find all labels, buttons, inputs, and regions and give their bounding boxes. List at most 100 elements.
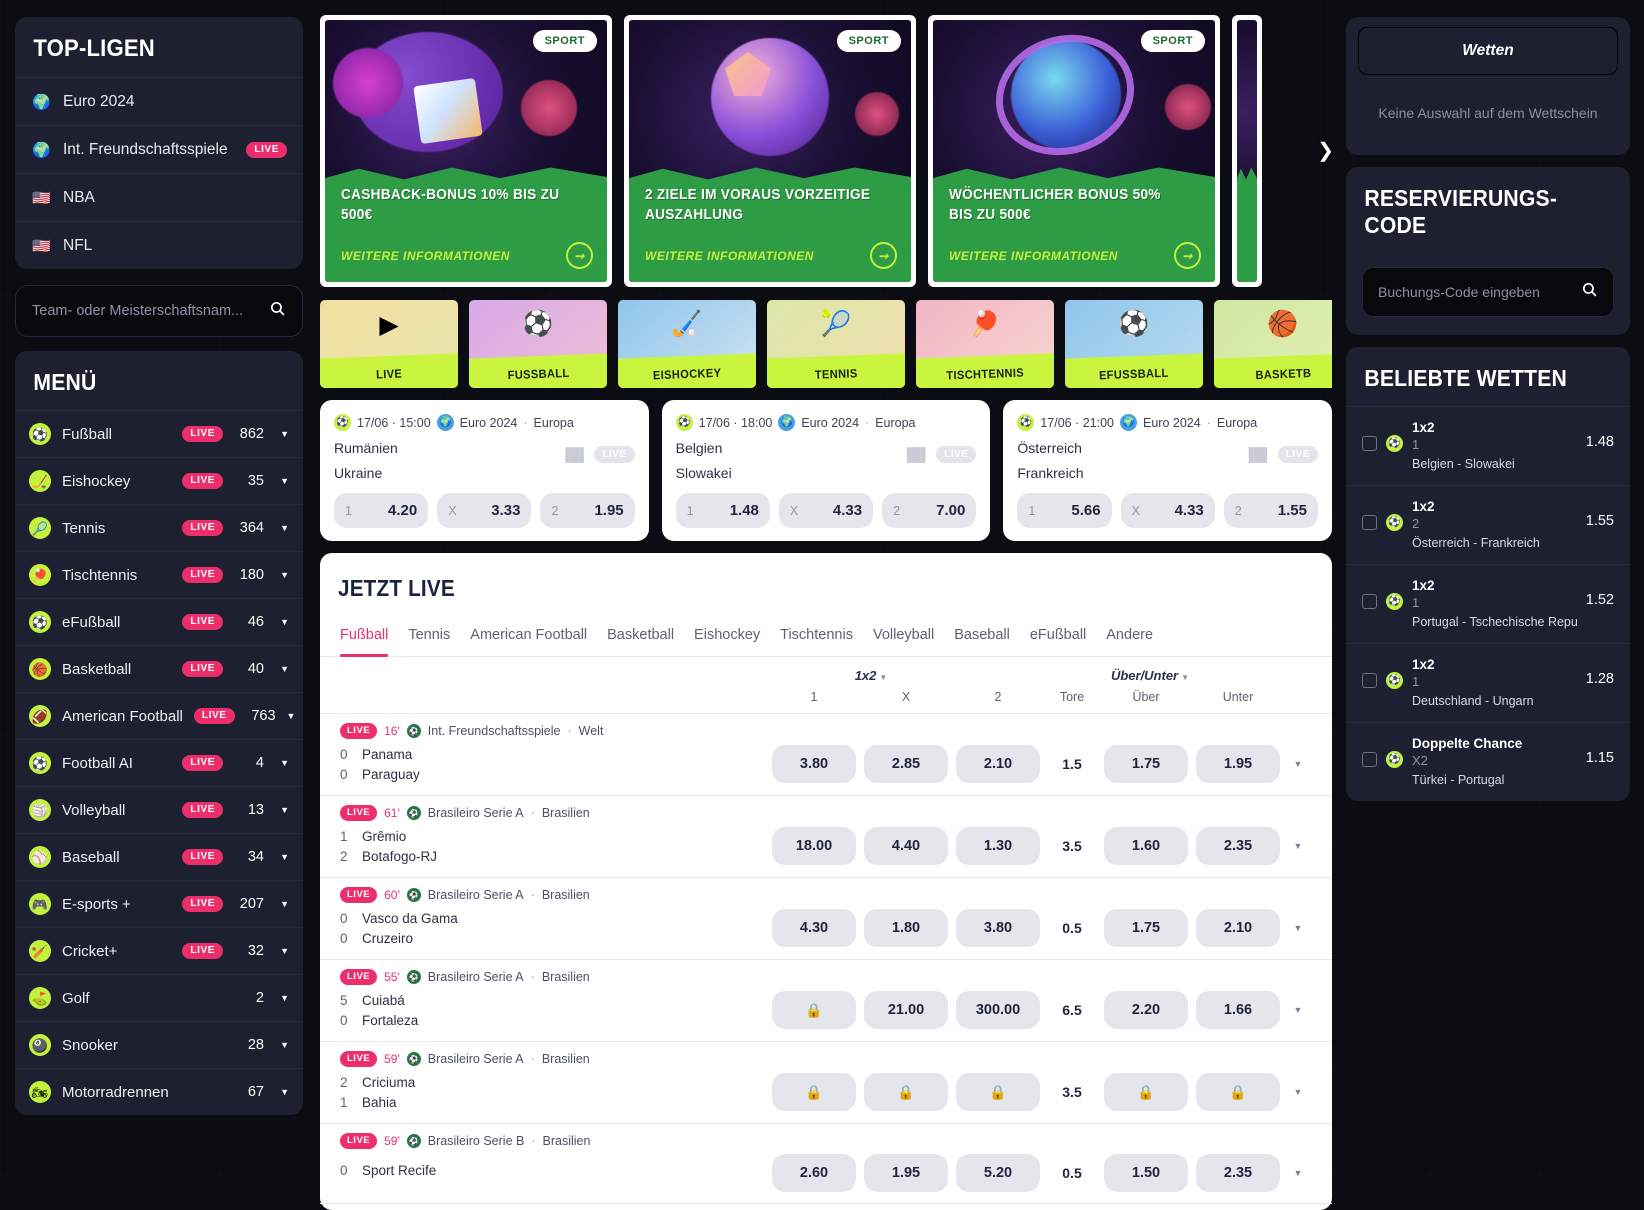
odd-button[interactable]: 🔒 [1196,1073,1280,1111]
betslip-tab-button[interactable]: Wetten [1358,27,1618,75]
chevron-down-icon[interactable]: ▼ [275,429,289,439]
arrow-right-icon[interactable]: ➞ [870,242,897,269]
menu-item-football-ai[interactable]: ⚽ Football AI LIVE 4 ▼ [15,739,303,786]
chevron-down-icon[interactable]: ▼ [1284,841,1312,851]
bet-checkbox[interactable] [1362,515,1377,530]
tab-fu-ball[interactable]: Fußball [340,619,389,657]
stats-icon[interactable]: ▐█▌ [902,447,930,462]
category-tile-tischtennis[interactable]: 🏓 TISCHTENNIS [916,300,1054,388]
chevron-down-icon[interactable]: ▼ [275,805,289,815]
chevron-down-icon[interactable]: ▼ [275,570,289,580]
popular-bet-row[interactable]: ⚽ 1x2 2 Österreich - Frankreich 1.55 [1346,485,1630,564]
stats-icon[interactable]: ▐█▌ [561,447,589,462]
menu-item-volleyball[interactable]: 🏐 Volleyball LIVE 13 ▼ [15,786,303,833]
live-match-row[interactable]: LIVE 55' ⚽ Brasileiro Serie A · Brasilien 5 Cui… [320,960,1332,1042]
arrow-right-icon[interactable]: ➞ [1174,242,1201,269]
menu-item-baseball[interactable]: ⚾ Baseball LIVE 34 ▼ [15,833,303,880]
booking-code-input[interactable] [1378,284,1573,300]
menu-item-efu-ball[interactable]: ⚽ eFußball LIVE 46 ▼ [15,598,303,645]
odd-button[interactable]: 2 1.55 [1223,493,1318,528]
odd-button[interactable]: 2.20 [1104,991,1188,1029]
promo-next-icon[interactable]: ❯ [1317,138,1334,163]
promo-card[interactable]: SPORT CASHBACK-BONUS 10% BIS ZU 500€ WEITE… [320,15,612,287]
odd-button[interactable]: 🔒 [772,1073,856,1111]
odd-button[interactable]: X 4.33 [778,493,874,528]
odd-button[interactable]: 2.85 [864,745,948,783]
odd-button[interactable]: 🔒 [956,1073,1040,1111]
odd-button[interactable]: 300.00 [956,991,1040,1029]
popular-bet-row[interactable]: ⚽ 1x2 1 Deutschland - Ungarn 1.28 [1346,643,1630,722]
live-match-row[interactable]: LIVE 59' ⚽ Brasileiro Serie B · Brasilien 0 Spo… [320,1124,1332,1204]
menu-item-fu-ball[interactable]: ⚽ Fußball LIVE 862 ▼ [15,410,303,457]
promo-card[interactable]: SPORT 2 ZIELE IM VORAUS VORZEITIGE AUSZAH… [624,15,916,287]
promo-card-partial[interactable] [1232,15,1262,287]
tab-eishockey[interactable]: Eishockey [694,619,760,656]
search-input[interactable] [32,303,261,319]
featured-match-card[interactable]: ⚽ 17/06 · 18:00 🌍 Euro 2024 · Europa Belgien Sl… [661,400,991,541]
tab-efu-ball[interactable]: eFußball [1030,619,1086,656]
promo-cta-label[interactable]: WEITERE INFORMATIONEN [949,249,1118,263]
bet-checkbox[interactable] [1362,673,1377,688]
odd-button[interactable]: 1.75 [1104,745,1188,783]
search-icon[interactable] [1581,281,1598,303]
promo-card[interactable]: SPORT WÖCHENTLICHER BONUS 50% BIS ZU 500€… [928,15,1220,287]
tab-volleyball[interactable]: Volleyball [873,619,934,656]
chevron-down-icon[interactable]: ▼ [1284,923,1312,933]
chevron-down-icon[interactable]: ▼ [275,664,289,674]
chevron-down-icon[interactable]: ▼ [275,523,289,533]
odd-button[interactable]: 21.00 [864,991,948,1029]
popular-bet-row[interactable]: ⚽ 1x2 1 Portugal - Tschechische Republik 1.5… [1346,564,1630,643]
live-match-row[interactable]: LIVE 59' ⚽ Brasileiro Serie A · Brasilien 2 Cri… [320,1042,1332,1124]
market-overunder-label[interactable]: Über/Unter ▼ [1111,668,1189,683]
popular-bet-row[interactable]: ⚽ 1x2 1 Belgien - Slowakei 1.48 [1346,406,1630,485]
odd-button[interactable]: 1.75 [1104,909,1188,947]
league-item[interactable]: 🌍 Euro 2024 [15,77,303,125]
live-match-row[interactable]: LIVE 16' ⚽ Int. Freundschaftsspiele · Welt 0 Pa… [320,714,1332,796]
live-match-row[interactable]: LIVE 60' ⚽ Brasileiro Serie A · Brasilien 0 Vas… [320,878,1332,960]
promo-cta-label[interactable]: WEITERE INFORMATIONEN [645,249,814,263]
stats-icon[interactable]: ▐█▌ [1244,447,1272,462]
chevron-down-icon[interactable]: ▼ [275,1087,289,1097]
league-item[interactable]: 🌍 Int. Freundschaftsspiele LIVE [15,125,303,173]
odd-button[interactable]: 1 1.48 [675,493,770,528]
menu-item-cricket-[interactable]: 🏏 Cricket+ LIVE 32 ▼ [15,927,303,974]
odd-button[interactable]: 1.60 [1104,827,1188,865]
tab-tennis[interactable]: Tennis [408,619,450,656]
odd-button[interactable]: 2 7.00 [882,493,977,528]
menu-item-snooker[interactable]: 🎱 Snooker 28 ▼ [15,1021,303,1068]
promo-cta-label[interactable]: WEITERE INFORMATIONEN [341,249,510,263]
live-match-row[interactable]: LIVE 61' ⚽ Brasileiro Serie A · Brasilien 1 Grê… [320,796,1332,878]
chevron-down-icon[interactable]: ▼ [287,711,296,721]
odd-button[interactable]: 1.66 [1196,991,1280,1029]
popular-bet-row[interactable]: ⚽ Doppelte Chance X2 Türkei - Portugal 1.15 [1346,722,1630,801]
category-tile-fussball[interactable]: ⚽ FUSSBALL [469,300,607,388]
odd-button[interactable]: 3.80 [956,909,1040,947]
menu-item-golf[interactable]: ⛳ Golf 2 ▼ [15,974,303,1021]
chevron-down-icon[interactable]: ▼ [1284,1005,1312,1015]
arrow-right-icon[interactable]: ➞ [566,242,593,269]
tab-baseball[interactable]: Baseball [954,619,1010,656]
menu-item-american-football[interactable]: 🏈 American Football LIVE 763 ▼ [15,692,303,739]
odd-button[interactable]: 1.95 [1196,745,1280,783]
odd-button[interactable]: 4.30 [772,909,856,947]
chevron-down-icon[interactable]: ▼ [1284,759,1312,769]
odd-button[interactable]: 4.40 [864,827,948,865]
odd-button[interactable]: 2.10 [956,745,1040,783]
chevron-down-icon[interactable]: ▼ [275,899,289,909]
menu-item-tischtennis[interactable]: 🏓 Tischtennis LIVE 180 ▼ [15,551,303,598]
odd-button[interactable]: X 4.33 [1120,493,1215,528]
tab-andere[interactable]: Andere [1106,619,1153,656]
menu-item-eishockey[interactable]: 🏒 Eishockey LIVE 35 ▼ [15,457,303,504]
odd-button[interactable]: X 3.33 [437,493,532,528]
tab-american-football[interactable]: American Football [470,619,587,656]
chevron-down-icon[interactable]: ▼ [275,1040,289,1050]
odd-button[interactable]: 2.10 [1196,909,1280,947]
menu-item-basketball[interactable]: 🏀 Basketball LIVE 40 ▼ [15,645,303,692]
chevron-down-icon[interactable]: ▼ [275,852,289,862]
league-item[interactable]: 🇺🇸 NFL [15,221,303,269]
odd-button[interactable]: 1 4.20 [334,493,429,528]
menu-item-tennis[interactable]: 🎾 Tennis LIVE 364 ▼ [15,504,303,551]
category-tile-basketb[interactable]: 🏀 BASKETB [1214,300,1332,388]
menu-item-motorradrennen[interactable]: 🏍 Motorradrennen 67 ▼ [15,1068,303,1115]
chevron-down-icon[interactable]: ▼ [275,946,289,956]
